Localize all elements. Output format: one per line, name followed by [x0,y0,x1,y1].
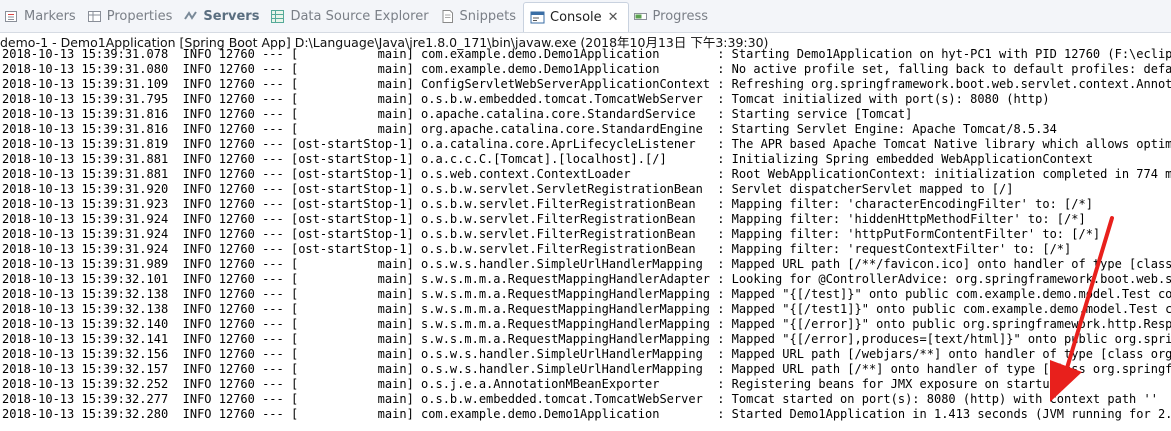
console-line: 2018-10-13 15:39:31.920 INFO 12760 --- [… [2,182,1014,196]
console-line: 2018-10-13 15:39:31.989 INFO 12760 --- [… [2,257,1171,271]
tab-label: Properties [106,8,173,24]
console-line: 2018-10-13 15:39:32.157 INFO 12760 --- [… [2,362,1171,376]
tab-label: Markers [24,8,76,24]
tab-label: Snippets [459,8,517,24]
console-line: 2018-10-13 15:39:31.923 INFO 12760 --- [… [2,197,1093,211]
tab-label: Progress [652,8,709,24]
console-line: 2018-10-13 15:39:31.924 INFO 12760 --- [… [2,212,1086,226]
tab-label: Console [550,10,602,25]
console-line: 2018-10-13 15:39:32.280 INFO 12760 --- [… [2,407,1171,421]
console-line: 2018-10-13 15:39:32.141 INFO 12760 --- [… [2,332,1171,346]
tab-label: Servers [203,8,260,24]
servers-icon [183,9,198,24]
console-line: 2018-10-13 15:39:31.109 INFO 12760 --- [… [2,77,1171,91]
console-line: 2018-10-13 15:39:32.101 INFO 12760 --- [… [2,272,1171,286]
snippets-icon [440,9,455,24]
console-line: 2018-10-13 15:39:32.252 INFO 12760 --- [… [2,377,1057,391]
console-output[interactable]: 2018-10-13 15:39:31.078 INFO 12760 --- [… [2,47,1171,431]
console-line: 2018-10-13 15:39:32.156 INFO 12760 --- [… [2,347,1171,361]
tab-data-source-explorer[interactable]: Data Source Explorer [266,3,435,29]
console-line: 2018-10-13 15:39:32.138 INFO 12760 --- [… [2,287,1171,301]
data-source-explorer-icon [270,9,285,24]
tab-markers[interactable]: Markers [0,3,83,29]
view-tab-bar: Markers Properties Servers Data Source E… [0,0,1171,33]
console-line: 2018-10-13 15:39:31.795 INFO 12760 --- [… [2,92,1050,106]
console-line: 2018-10-13 15:39:31.080 INFO 12760 --- [… [2,62,1171,76]
tab-properties[interactable]: Properties [83,3,180,29]
console-line: 2018-10-13 15:39:31.078 INFO 12760 --- [… [2,47,1171,61]
console-line: 2018-10-13 15:39:31.816 INFO 12760 --- [… [2,122,1057,136]
tab-console[interactable]: Console ✕ [523,2,629,32]
console-line: 2018-10-13 15:39:32.277 INFO 12760 --- [… [2,392,1158,406]
console-line: 2018-10-13 15:39:32.138 INFO 12760 --- [… [2,302,1171,316]
tab-snippets[interactable]: Snippets [436,3,523,29]
console-line: 2018-10-13 15:39:31.819 INFO 12760 --- [… [2,137,1171,151]
tab-label: Data Source Explorer [290,8,429,24]
console-line: 2018-10-13 15:39:32.140 INFO 12760 --- [… [2,317,1171,331]
markers-icon [4,9,19,24]
close-icon[interactable]: ✕ [608,10,619,25]
progress-icon [633,9,648,24]
console-line: 2018-10-13 15:39:31.924 INFO 12760 --- [… [2,227,1101,241]
properties-icon [87,9,102,24]
console-line: 2018-10-13 15:39:31.924 INFO 12760 --- [… [2,242,1072,256]
tab-progress[interactable]: Progress [629,3,715,29]
tab-servers[interactable]: Servers [179,3,266,29]
console-icon [530,10,545,25]
console-line: 2018-10-13 15:39:31.816 INFO 12760 --- [… [2,107,913,121]
console-line: 2018-10-13 15:39:31.881 INFO 12760 --- [… [2,152,1093,166]
console-line: 2018-10-13 15:39:31.881 INFO 12760 --- [… [2,167,1171,181]
